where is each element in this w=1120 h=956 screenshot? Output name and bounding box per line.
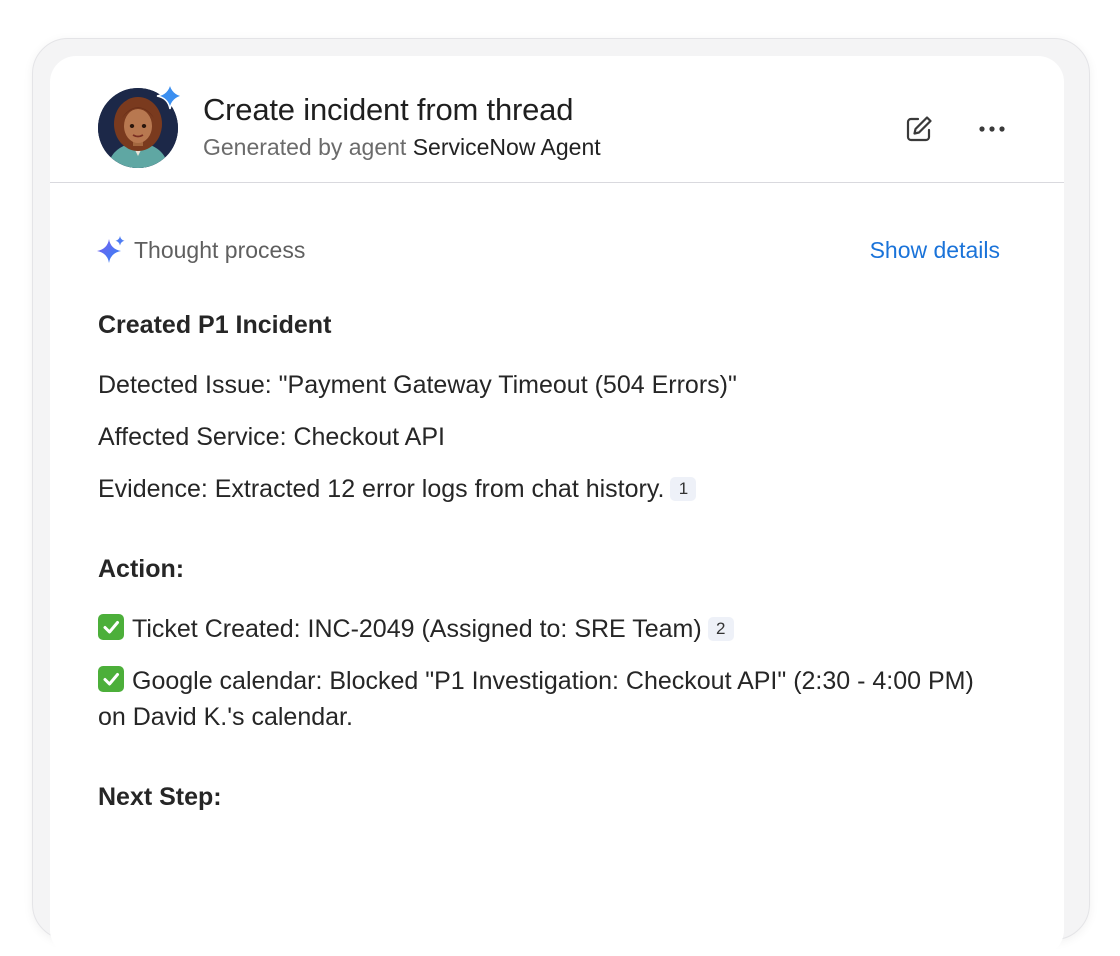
citation-badge[interactable]: 1 — [670, 477, 697, 501]
next-step-heading: Next Step: — [98, 783, 222, 811]
check-mark-icon — [98, 614, 124, 640]
more-horizontal-icon — [979, 126, 1005, 132]
action-item-text: Google calendar: Blocked "P1 Investigati… — [98, 667, 974, 731]
detected-issue-line: Detected Issue: "Payment Gateway Timeout… — [98, 371, 737, 399]
thought-process-label: Thought process — [134, 237, 306, 263]
summary-heading: Created P1 Incident — [98, 311, 332, 339]
action-heading: Action: — [98, 555, 185, 583]
action-item: Google calendar: Blocked "P1 Investigati… — [98, 663, 1008, 735]
check-mark-icon — [98, 666, 124, 692]
subtitle-prefix: Generated by agent — [203, 134, 407, 160]
more-options-button[interactable] — [974, 112, 1010, 146]
citation-badge[interactable]: 2 — [707, 617, 734, 641]
action-item: Ticket Created: INC-2049 (Assigned to: S… — [98, 611, 734, 647]
evidence-line: Evidence: Extracted 12 error logs from c… — [98, 471, 697, 507]
thought-process-row: Thought process Show details — [96, 233, 1000, 267]
show-details-link[interactable]: Show details — [870, 237, 1000, 264]
ai-sparkle-icon — [156, 82, 184, 110]
card-header: Create incident from thread Generated by… — [50, 56, 1064, 183]
affected-service-line: Affected Service: Checkout API — [98, 423, 445, 451]
incident-card: Create incident from thread Generated by… — [50, 56, 1064, 956]
evidence-text: Evidence: Extracted 12 error logs from c… — [98, 475, 665, 503]
edit-button[interactable] — [902, 112, 936, 146]
agent-name: ServiceNow Agent — [412, 134, 601, 160]
card-title: Create incident from thread — [203, 92, 574, 127]
action-item-text: Ticket Created: INC-2049 (Assigned to: S… — [132, 615, 702, 643]
edit-icon — [906, 116, 932, 142]
sparkle-icon — [96, 235, 126, 265]
card-subtitle: Generated by agent ServiceNow Agent — [203, 134, 601, 161]
